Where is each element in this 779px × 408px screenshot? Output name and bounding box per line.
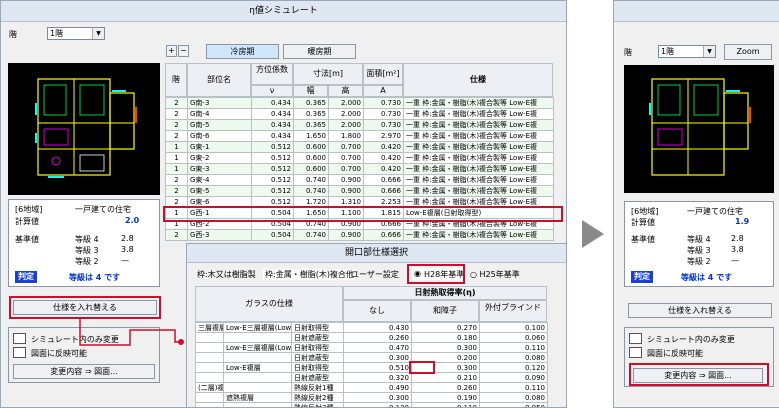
after-grade4-label: 等級 4 xyxy=(687,235,711,244)
after-floor-plan-drawing xyxy=(649,78,751,176)
after-house-type: 一戸建ての住宅 xyxy=(687,207,743,216)
after-apply-to-drawing-button[interactable]: 変更内容 ⇒ 図面... xyxy=(633,368,763,383)
after-floor-plan-preview xyxy=(624,65,774,193)
after-region-label: [6地域] xyxy=(631,207,659,216)
connector-line xyxy=(79,318,180,346)
after-floor-label: 階 xyxy=(624,48,632,57)
after-grade2-value: — xyxy=(731,256,739,265)
after-std-label: 基準値 xyxy=(631,235,655,244)
after-titlebar xyxy=(614,1,779,22)
after-floor-value: 1階 xyxy=(661,47,675,56)
after-calc-value: 1.9 xyxy=(735,217,750,226)
after-window: 階 1階 ▼ Zoom [6地域] 一戸建ての住宅 計算値 1.9 基準値 等級… xyxy=(613,0,779,408)
after-sim-only-checkbox[interactable] xyxy=(629,333,642,344)
after-floor-select[interactable]: 1階 ▼ xyxy=(658,45,716,58)
after-calc-label: 計算値 xyxy=(631,218,655,227)
after-grade3-label: 等級 3 xyxy=(687,246,711,255)
after-judge-badge: 判定 xyxy=(631,271,653,283)
after-replace-spec-button[interactable]: 仕様を入れ替える xyxy=(628,303,772,318)
arrow-right-icon xyxy=(582,220,604,248)
after-reflect-label: 図面に反映可能 xyxy=(647,349,703,358)
chevron-down-icon[interactable]: ▼ xyxy=(703,46,715,57)
after-sim-only-label: シミュレート内のみ変更 xyxy=(647,335,735,344)
connector-dot xyxy=(178,339,184,345)
after-change-options-panel: シミュレート内のみ変更 図面に反映可能 変更内容 ⇒ 図面... xyxy=(624,327,774,387)
after-grade2-label: 等級 2 xyxy=(687,257,711,266)
after-grade3-value: 3.8 xyxy=(731,245,744,254)
after-reflect-checkbox[interactable] xyxy=(629,347,642,358)
after-judge-text: 等級は 4 です xyxy=(681,273,733,282)
after-result-panel: [6地域] 一戸建ての住宅 計算値 1.9 基準値 等級 4 2.8 等級 3 … xyxy=(624,201,774,287)
zoom-button[interactable]: Zoom xyxy=(724,44,772,60)
after-grade4-value: 2.8 xyxy=(731,234,744,243)
